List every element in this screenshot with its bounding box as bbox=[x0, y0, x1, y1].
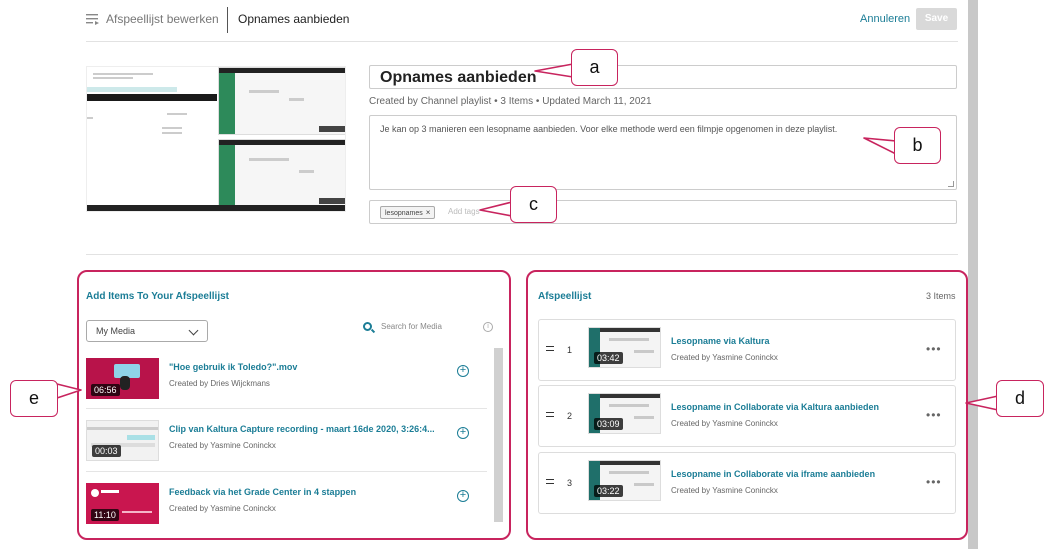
page-scrollbar[interactable] bbox=[968, 0, 978, 549]
playlist-thumbnail bbox=[86, 66, 346, 212]
add-tags-input[interactable]: Add tags bbox=[448, 207, 480, 216]
callout-outline-e bbox=[77, 270, 511, 540]
title-value: Opnames aanbieden bbox=[380, 69, 537, 86]
save-button[interactable]: Save bbox=[916, 8, 957, 30]
callout-label-c: c bbox=[510, 186, 557, 223]
tag-remove-icon[interactable]: × bbox=[426, 208, 431, 217]
list-edit-icon bbox=[86, 14, 99, 25]
title-field[interactable]: Opnames aanbieden bbox=[369, 65, 957, 89]
thumbnail-screen-right bbox=[218, 67, 345, 207]
tag-label: lesopnames bbox=[385, 210, 423, 217]
topbar-divider bbox=[227, 7, 228, 33]
cancel-link[interactable]: Annuleren bbox=[860, 13, 910, 25]
callout-label-a: a bbox=[571, 49, 618, 86]
thumbnail-taskbar bbox=[87, 205, 345, 211]
callout-label-d: d bbox=[996, 380, 1044, 417]
thumbnail-screen-left bbox=[87, 67, 217, 211]
resize-grip-icon[interactable] bbox=[948, 181, 954, 187]
callout-label-e: e bbox=[10, 380, 58, 417]
edit-playlist-label: Afspeellijst bewerken bbox=[106, 12, 219, 26]
top-bar: Afspeellijst bewerken Opnames aanbieden … bbox=[86, 0, 958, 42]
description-field[interactable]: Je kan op 3 manieren een lesopname aanbi… bbox=[369, 115, 957, 190]
page-title: Opnames aanbieden bbox=[238, 12, 350, 26]
description-value: Je kan op 3 manieren een lesopname aanbi… bbox=[380, 124, 838, 134]
callout-label-b: b bbox=[894, 127, 941, 164]
tag-chip: lesopnames × bbox=[380, 206, 436, 219]
tags-field[interactable]: lesopnames × Add tags bbox=[369, 200, 957, 224]
playlist-meta: Created by Channel playlist • 3 Items • … bbox=[369, 96, 652, 107]
callout-outline-d bbox=[526, 270, 968, 540]
section-divider bbox=[86, 254, 958, 255]
